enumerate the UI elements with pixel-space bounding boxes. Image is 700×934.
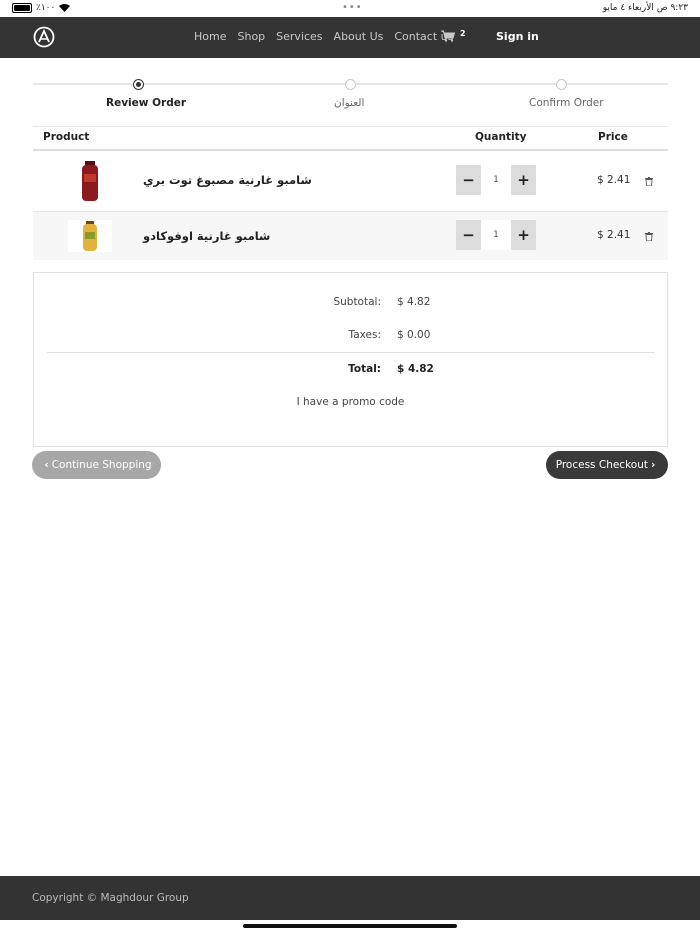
trash-icon[interactable] — [645, 177, 653, 186]
product-name[interactable]: شامبو غارنية اوفوكادو — [143, 229, 270, 243]
taxes-value: $ 0.00 — [397, 329, 431, 341]
continue-shopping-label: Continue Shopping — [51, 459, 152, 471]
navbar: Home Shop Services About Us Contact us 2… — [0, 17, 700, 58]
nav-about[interactable]: About Us — [334, 30, 384, 43]
total-value: $ 4.82 — [397, 363, 434, 375]
decrease-quantity-button[interactable]: − — [456, 165, 481, 195]
taxes-label: Taxes: — [348, 329, 381, 341]
total-label: Total: — [348, 363, 381, 375]
subtotal-value: $ 4.82 — [397, 296, 431, 308]
brand-logo-icon[interactable] — [33, 26, 55, 48]
increase-quantity-button[interactable]: + — [511, 220, 536, 250]
process-checkout-label: Process Checkout — [555, 459, 648, 471]
footer: Copyright © Maghdour Group — [0, 876, 700, 920]
step-review-dot — [133, 79, 144, 90]
nav-services[interactable]: Services — [276, 30, 322, 43]
cart-count-badge: 2 — [460, 29, 466, 38]
row-price: $ 2.41 — [597, 174, 631, 186]
chevron-left-icon: ‹ — [44, 459, 49, 471]
product-image[interactable] — [68, 160, 112, 202]
nav-home[interactable]: Home — [194, 30, 226, 43]
step-review-label: Review Order — [106, 97, 187, 109]
multitask-dots-icon[interactable]: ••• — [342, 2, 363, 13]
increase-quantity-button[interactable]: + — [511, 165, 536, 195]
summary-divider — [47, 352, 655, 353]
subtotal-label: Subtotal: — [333, 296, 381, 308]
chevron-right-icon: › — [650, 459, 656, 471]
step-address-label: العنوان — [334, 97, 365, 109]
copyright-text: Copyright © Maghdour Group — [32, 892, 189, 904]
row-price: $ 2.41 — [597, 229, 631, 241]
status-left: ٪١٠٠ — [12, 3, 71, 13]
table-row: شامبو غارنية اوفوكادو − 1 + $ 2.41 — [33, 212, 668, 260]
table-top-border — [33, 126, 668, 127]
cart-icon[interactable] — [441, 30, 455, 42]
wifi-icon — [59, 4, 71, 12]
trash-icon[interactable] — [645, 232, 653, 241]
process-checkout-button[interactable]: Process Checkout › — [546, 451, 668, 479]
status-bar: ٪١٠٠ ••• ٩:٢٣ ص الأربعاء ٤ مايو — [0, 0, 700, 17]
battery-icon — [12, 3, 32, 13]
decrease-quantity-button[interactable]: − — [456, 220, 481, 250]
battery-level: ٪١٠٠ — [36, 3, 56, 13]
quantity-input[interactable]: 1 — [481, 165, 511, 195]
step-confirm-dot — [556, 79, 567, 90]
step-confirm-label: Confirm Order — [529, 97, 604, 109]
nav-shop[interactable]: Shop — [237, 30, 265, 43]
product-name[interactable]: شامبو غارنية مصبوغ توت بري — [143, 173, 312, 187]
home-indicator[interactable] — [243, 924, 457, 928]
table-row: شامبو غارنية مصبوغ توت بري − 1 + $ 2.41 — [33, 151, 668, 212]
quantity-stepper: − 1 + — [456, 220, 536, 250]
order-summary: Subtotal: $ 4.82 Taxes: $ 0.00 Total: $ … — [33, 272, 668, 447]
status-time: ٩:٢٣ ص الأربعاء ٤ مايو — [602, 3, 688, 13]
header-product: Product — [43, 131, 90, 143]
quantity-stepper: − 1 + — [456, 165, 536, 195]
sign-in-link[interactable]: Sign in — [496, 30, 539, 43]
header-price: Price — [598, 131, 628, 143]
quantity-input[interactable]: 1 — [481, 220, 511, 250]
header-quantity: Quantity — [475, 131, 527, 143]
continue-shopping-button[interactable]: ‹ Continue Shopping — [32, 451, 161, 479]
promo-code-link[interactable]: I have a promo code — [34, 396, 667, 408]
product-image[interactable] — [68, 220, 112, 252]
nav-links: Home Shop Services About Us Contact us — [194, 30, 453, 43]
step-address-dot — [345, 79, 356, 90]
